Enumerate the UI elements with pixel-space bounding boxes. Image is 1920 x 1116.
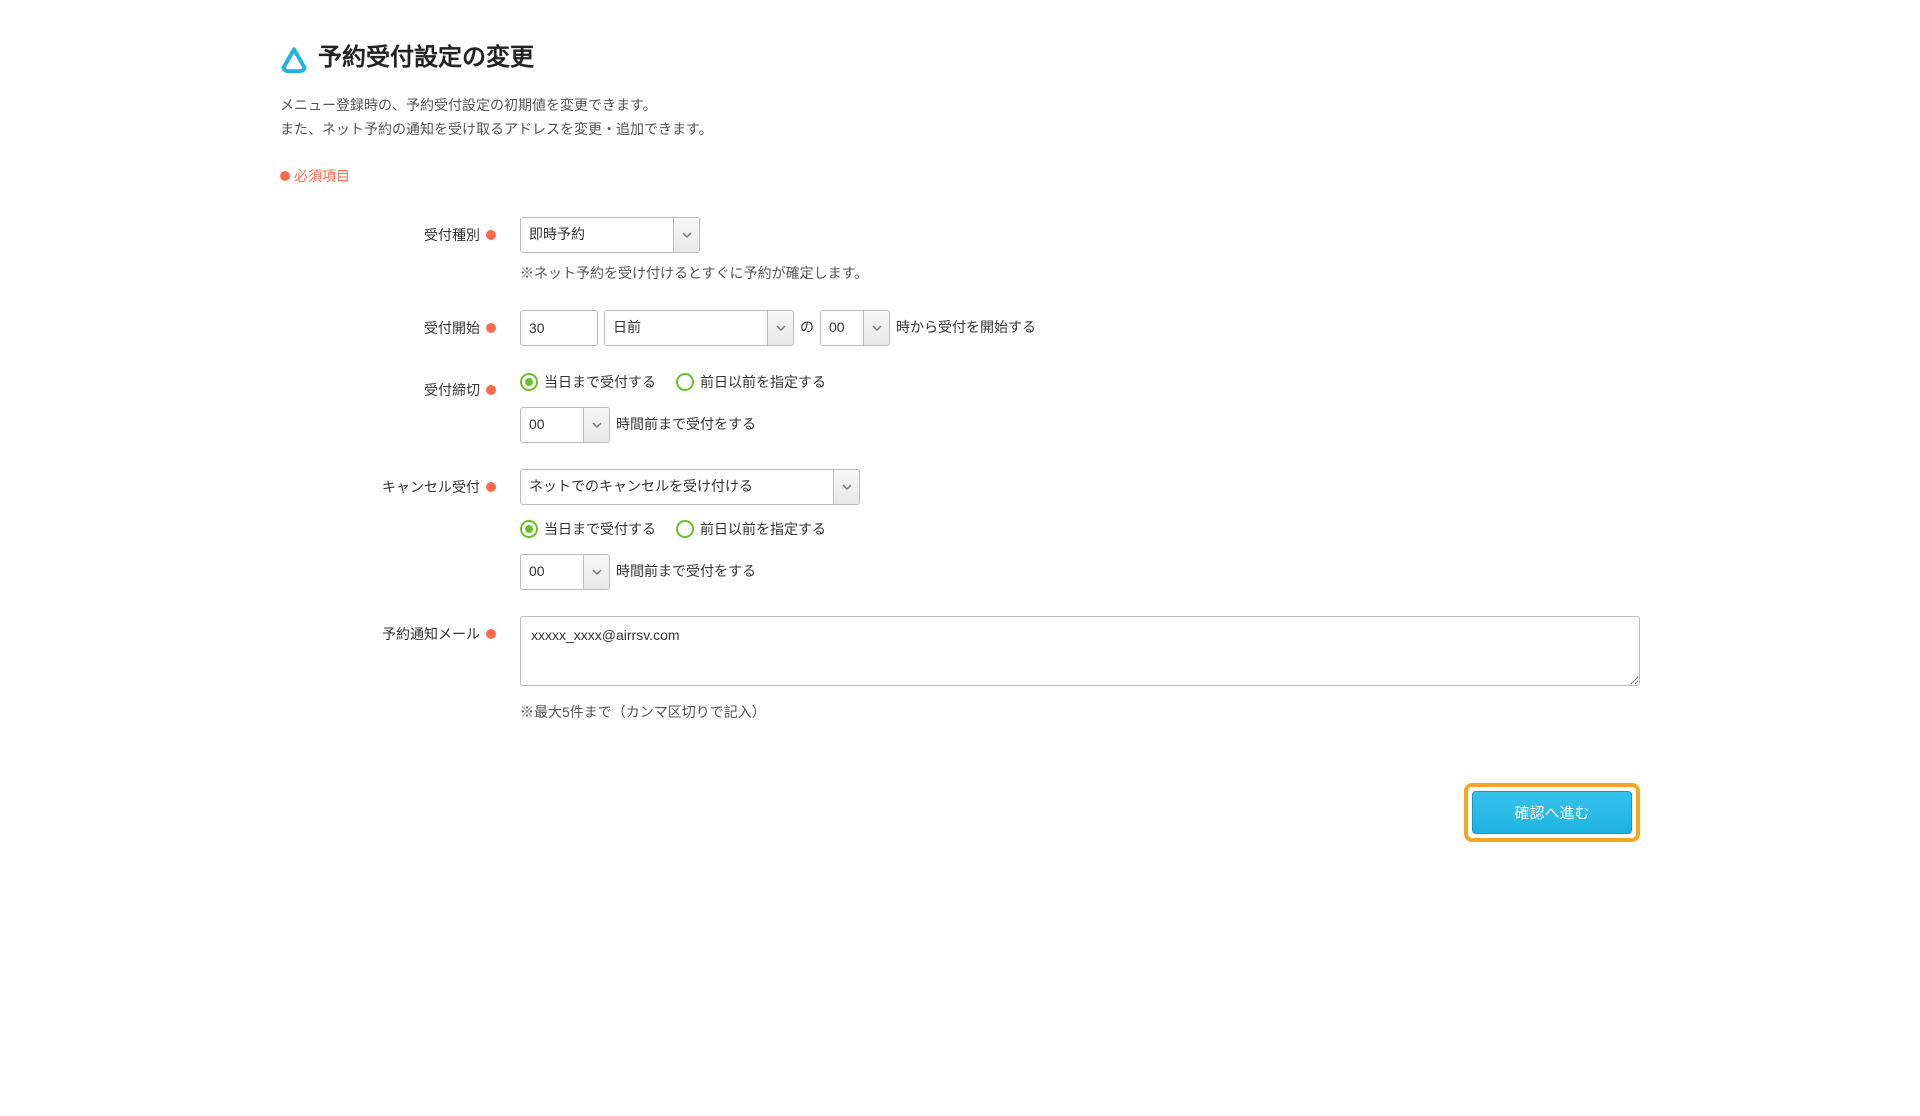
page-header: 予約受付設定の変更 — [280, 40, 1640, 76]
hint-reception-type: ※ネット予約を受け付けるとすぐに予約が確定します。 — [520, 263, 1640, 284]
label-reception-deadline: 受付締切 — [280, 372, 520, 401]
chevron-down-icon — [583, 408, 609, 442]
row-notify-email: 予約通知メール ※最大5件まで（カンマ区切りで記入） — [280, 616, 1640, 723]
chevron-down-icon — [863, 311, 889, 345]
reception-start-suffix: 時から受付を開始する — [896, 317, 1036, 338]
radio-cancel-before[interactable]: 前日以前を指定する — [676, 519, 826, 540]
required-legend: 必須項目 — [280, 166, 1640, 187]
hint-notify-email: ※最大5件まで（カンマ区切りで記入） — [520, 702, 1640, 723]
deadline-hours-suffix: 時間前まで受付をする — [616, 414, 756, 435]
radio-deadline-before-label: 前日以前を指定する — [700, 372, 826, 393]
reception-start-connector: の — [800, 317, 814, 338]
radio-icon — [520, 373, 538, 391]
required-dot-icon — [486, 629, 496, 639]
textarea-notify-email[interactable] — [520, 616, 1640, 686]
radio-cancel-before-label: 前日以前を指定する — [700, 519, 826, 540]
required-dot-icon — [486, 482, 496, 492]
label-notify-email: 予約通知メール — [280, 616, 520, 645]
select-deadline-hours[interactable]: 00 — [520, 407, 610, 443]
select-deadline-hours-value: 00 — [529, 414, 545, 435]
required-dot-icon — [280, 171, 290, 181]
radio-icon — [676, 520, 694, 538]
required-legend-label: 必須項目 — [294, 166, 350, 187]
row-reception-start: 受付開始 日前 の 00 — [280, 310, 1640, 346]
select-reception-type-value: 即時予約 — [529, 224, 585, 245]
label-cancel-reception: キャンセル受付 — [280, 469, 520, 498]
triangle-icon — [280, 46, 308, 74]
input-reception-start-days[interactable] — [520, 310, 598, 346]
label-reception-type: 受付種別 — [280, 217, 520, 246]
chevron-down-icon — [673, 218, 699, 252]
radio-cancel-sameday-label: 当日まで受付する — [544, 519, 656, 540]
radio-cancel-sameday[interactable]: 当日まで受付する — [520, 519, 656, 540]
settings-form: 受付種別 即時予約 ※ネット予約を受け付けるとすぐに予約が確定します。 受付 — [280, 217, 1640, 723]
row-reception-deadline: 受付締切 当日まで受付する 前日以前を指定する 00 — [280, 372, 1640, 443]
radio-deadline-sameday-label: 当日まで受付する — [544, 372, 656, 393]
select-reception-type[interactable]: 即時予約 — [520, 217, 700, 253]
chevron-down-icon — [833, 470, 859, 504]
actions-bar: 確認へ進む — [280, 783, 1640, 842]
label-reception-start: 受付開始 — [280, 310, 520, 339]
chevron-down-icon — [767, 311, 793, 345]
select-cancel-reception[interactable]: ネットでのキャンセルを受け付ける — [520, 469, 860, 505]
page-description: メニュー登録時の、予約受付設定の初期値を変更できます。 また、ネット予約の通知を… — [280, 94, 1640, 142]
select-cancel-hours-value: 00 — [529, 561, 545, 582]
required-dot-icon — [486, 323, 496, 333]
required-dot-icon — [486, 230, 496, 240]
page-description-line2: また、ネット予約の通知を受け取るアドレスを変更・追加できます。 — [280, 118, 1640, 142]
page-description-line1: メニュー登録時の、予約受付設定の初期値を変更できます。 — [280, 94, 1640, 118]
chevron-down-icon — [583, 555, 609, 589]
cancel-hours-suffix: 時間前まで受付をする — [616, 561, 756, 582]
row-cancel-reception: キャンセル受付 ネットでのキャンセルを受け付ける 当日まで受付する — [280, 469, 1640, 590]
confirm-highlight: 確認へ進む — [1464, 783, 1640, 842]
radio-deadline-sameday[interactable]: 当日まで受付する — [520, 372, 656, 393]
confirm-button[interactable]: 確認へ進む — [1472, 791, 1632, 834]
select-cancel-reception-value: ネットでのキャンセルを受け付ける — [529, 476, 753, 497]
select-reception-start-hour-value: 00 — [829, 317, 845, 338]
select-cancel-hours[interactable]: 00 — [520, 554, 610, 590]
select-reception-start-unit-value: 日前 — [613, 317, 641, 338]
select-reception-start-unit[interactable]: 日前 — [604, 310, 794, 346]
radio-icon — [676, 373, 694, 391]
select-reception-start-hour[interactable]: 00 — [820, 310, 890, 346]
radio-icon — [520, 520, 538, 538]
required-dot-icon — [486, 385, 496, 395]
row-reception-type: 受付種別 即時予約 ※ネット予約を受け付けるとすぐに予約が確定します。 — [280, 217, 1640, 284]
radio-deadline-before[interactable]: 前日以前を指定する — [676, 372, 826, 393]
page-title: 予約受付設定の変更 — [318, 40, 534, 76]
